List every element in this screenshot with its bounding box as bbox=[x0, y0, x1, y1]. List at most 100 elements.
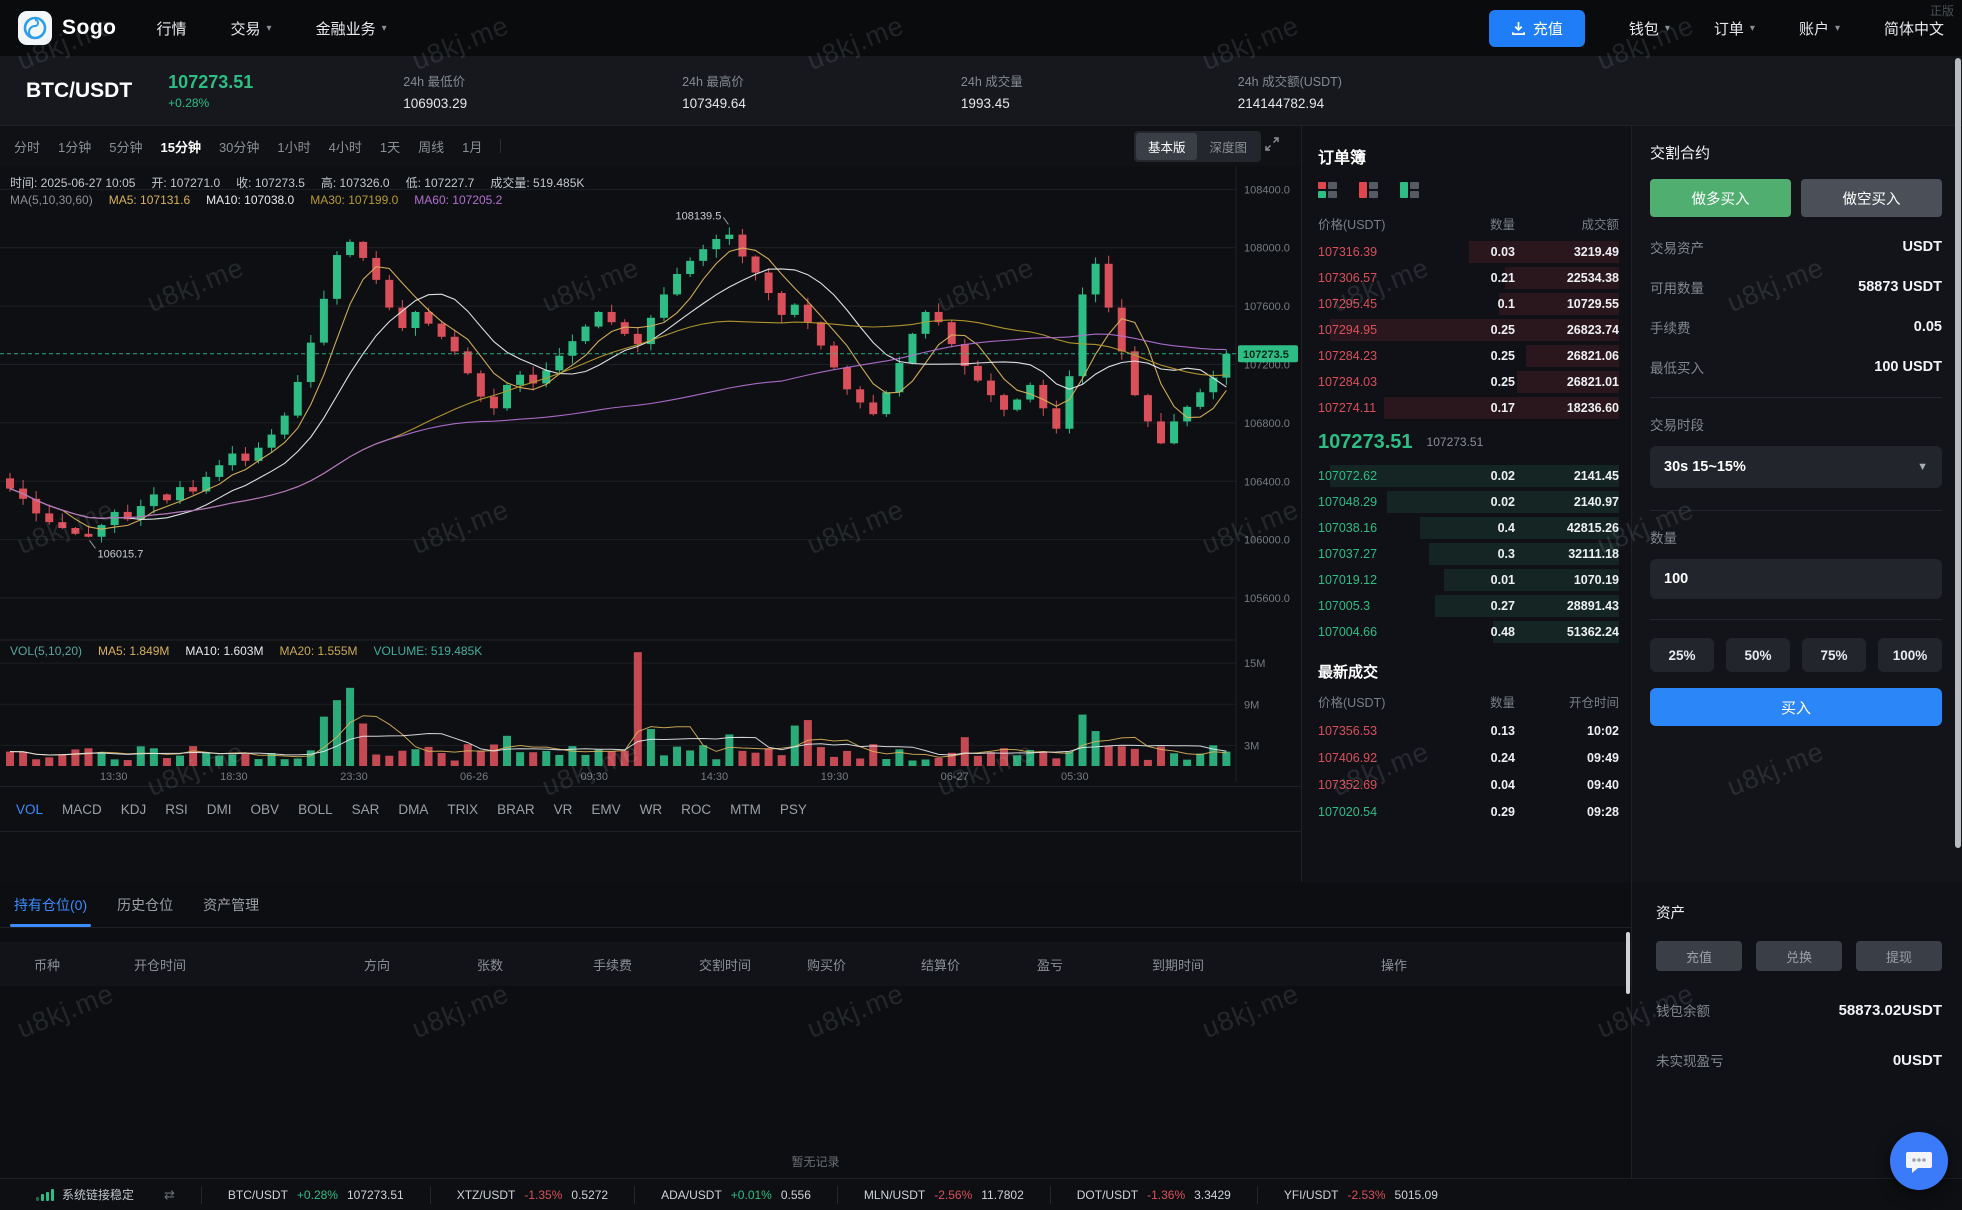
ticker-pair: MLN/USDT bbox=[864, 1188, 925, 1202]
timeframe-tab-15分钟[interactable]: 15分钟 bbox=[160, 137, 200, 156]
indicator-tab-OBV[interactable]: OBV bbox=[251, 802, 280, 817]
statusbar-ticker-DOT/USDT[interactable]: DOT/USDT-1.36%3.3429 bbox=[1050, 1186, 1257, 1204]
indicator-tab-DMA[interactable]: DMA bbox=[398, 802, 428, 817]
statusbar-ticker-MLN/USDT[interactable]: MLN/USDT-2.56%11.7802 bbox=[837, 1186, 1050, 1204]
timeframe-tab-1月[interactable]: 1月 bbox=[462, 137, 482, 156]
menu-item-钱包[interactable]: 钱包▾ bbox=[1629, 18, 1670, 39]
book-both-icon[interactable] bbox=[1318, 182, 1337, 198]
percent-button-100%[interactable]: 100% bbox=[1878, 638, 1942, 672]
svg-text:14:30: 14:30 bbox=[701, 771, 729, 783]
deposit-button[interactable]: 充值 bbox=[1489, 10, 1585, 47]
statusbar-ticker-YFI/USDT[interactable]: YFI/USDT-2.53%5015.09 bbox=[1257, 1186, 1464, 1204]
orderbook-row[interactable]: 107037.270.332111.18 bbox=[1318, 541, 1619, 567]
amount-input[interactable] bbox=[1650, 559, 1942, 599]
ticker-price: 3.3429 bbox=[1194, 1188, 1231, 1202]
timeframe-tab-周线[interactable]: 周线 bbox=[418, 137, 444, 156]
indicator-tab-MACD[interactable]: MACD bbox=[62, 802, 102, 817]
positions-tab-资产管理[interactable]: 资产管理 bbox=[203, 895, 259, 927]
timeframe-tab-1分钟[interactable]: 1分钟 bbox=[58, 137, 91, 156]
buy-short-button[interactable]: 做空买入 bbox=[1801, 179, 1942, 217]
buy-long-button[interactable]: 做多买入 bbox=[1650, 179, 1791, 217]
page-scrollbar[interactable] bbox=[1955, 58, 1961, 848]
percent-button-75%[interactable]: 75% bbox=[1802, 638, 1866, 672]
indicator-tab-TRIX[interactable]: TRIX bbox=[447, 802, 478, 817]
svg-text:18:30: 18:30 bbox=[220, 771, 248, 783]
svg-text:19:30: 19:30 bbox=[821, 771, 849, 783]
orderbook-row[interactable]: 107038.160.442815.26 bbox=[1318, 515, 1619, 541]
orderbook-row[interactable]: 107005.30.2728891.43 bbox=[1318, 593, 1619, 619]
trade-price: 107406.92 bbox=[1318, 751, 1443, 765]
orderbook-row[interactable]: 107295.450.110729.55 bbox=[1318, 291, 1619, 317]
statusbar-ticker-XTZ/USDT[interactable]: XTZ/USDT-1.35%0.5272 bbox=[430, 1186, 634, 1204]
orderbook-row[interactable]: 107306.570.2122534.38 bbox=[1318, 265, 1619, 291]
indicator-tab-BOLL[interactable]: BOLL bbox=[298, 802, 333, 817]
orderbook-row[interactable]: 107284.230.2526821.06 bbox=[1318, 343, 1619, 369]
candlestick-chart[interactable]: 108400.0108000.0107600.0107200.0106800.0… bbox=[0, 166, 1301, 786]
menu-item-交易[interactable]: 交易▾ bbox=[231, 18, 272, 39]
orderbook-row[interactable]: 107294.950.2526823.74 bbox=[1318, 317, 1619, 343]
indicator-tab-PSY[interactable]: PSY bbox=[780, 802, 807, 817]
indicator-tab-WR[interactable]: WR bbox=[640, 802, 663, 817]
refresh-icon[interactable]: ⇄ bbox=[164, 1187, 201, 1203]
orderbook-row[interactable]: 107019.120.011070.19 bbox=[1318, 567, 1619, 593]
indicator-tab-VOL[interactable]: VOL bbox=[16, 802, 43, 817]
buy-submit-button[interactable]: 买入 bbox=[1650, 688, 1942, 726]
corner-watermark: 正版 bbox=[1930, 2, 1954, 19]
positions-tab-持有仓位(0)[interactable]: 持有仓位(0) bbox=[14, 895, 87, 927]
asset-button-充值[interactable]: 充值 bbox=[1656, 941, 1742, 971]
indicator-tab-KDJ[interactable]: KDJ bbox=[121, 802, 147, 817]
ticker-pair: ADA/USDT bbox=[661, 1188, 722, 1202]
orderbook-layout-icons bbox=[1318, 182, 1619, 198]
timeframe-tab-30分钟[interactable]: 30分钟 bbox=[219, 137, 259, 156]
indicator-tab-VR[interactable]: VR bbox=[554, 802, 573, 817]
timeframe-tab-分时[interactable]: 分时 bbox=[14, 137, 40, 156]
timeframe-tab-1小时[interactable]: 1小时 bbox=[277, 137, 310, 156]
indicator-tab-RSI[interactable]: RSI bbox=[165, 802, 188, 817]
orderbook-row[interactable]: 107316.390.033219.49 bbox=[1318, 239, 1619, 265]
timeframe-tab-5分钟[interactable]: 5分钟 bbox=[109, 137, 142, 156]
sogo-logo-icon[interactable] bbox=[18, 11, 52, 45]
orderbook-row[interactable]: 107072.620.022141.45 bbox=[1318, 463, 1619, 489]
view-tab-深度图[interactable]: 深度图 bbox=[1197, 133, 1259, 160]
percent-button-50%[interactable]: 50% bbox=[1726, 638, 1790, 672]
orderbook-row[interactable]: 107004.660.4851362.24 bbox=[1318, 619, 1619, 645]
view-tab-基本版[interactable]: 基本版 bbox=[1136, 133, 1198, 160]
period-select[interactable]: 30s 15~15% ▼ bbox=[1650, 446, 1942, 488]
chat-widget-button[interactable] bbox=[1890, 1132, 1948, 1190]
statusbar-ticker-ADA/USDT[interactable]: ADA/USDT+0.01%0.556 bbox=[634, 1186, 837, 1204]
book-asks-icon[interactable] bbox=[1359, 182, 1378, 198]
expand-icon[interactable] bbox=[1265, 137, 1279, 156]
menu-item-行情[interactable]: 行情 bbox=[157, 18, 187, 39]
indicator-tab-EMV[interactable]: EMV bbox=[591, 802, 620, 817]
menu-item-label: 订单 bbox=[1714, 18, 1744, 39]
indicator-tab-SAR[interactable]: SAR bbox=[352, 802, 380, 817]
orderbook-row[interactable]: 107274.110.1718236.60 bbox=[1318, 395, 1619, 421]
current-price-row[interactable]: 107273.51 107273.51 bbox=[1318, 423, 1619, 461]
book-bids-icon[interactable] bbox=[1400, 182, 1419, 198]
panel-scrollbar[interactable] bbox=[1626, 932, 1630, 994]
asset-button-兑换[interactable]: 兑换 bbox=[1756, 941, 1842, 971]
trade-row: 107352.690.0409:40 bbox=[1318, 771, 1619, 798]
indicator-tab-ROC[interactable]: ROC bbox=[681, 802, 711, 817]
timeframe-tab-1天[interactable]: 1天 bbox=[380, 137, 400, 156]
menu-item-金融业务[interactable]: 金融业务▾ bbox=[316, 18, 387, 39]
menu-item-订单[interactable]: 订单▾ bbox=[1714, 18, 1755, 39]
order-price: 107306.57 bbox=[1318, 271, 1443, 285]
connection-status: 系统链接稳定 bbox=[0, 1186, 164, 1203]
menu-item-账户[interactable]: 账户▾ bbox=[1799, 18, 1840, 39]
trade-row: 107406.920.2409:49 bbox=[1318, 744, 1619, 771]
orderbook-row[interactable]: 107048.290.022140.97 bbox=[1318, 489, 1619, 515]
asset-button-提现[interactable]: 提现 bbox=[1856, 941, 1942, 971]
percent-button-25%[interactable]: 25% bbox=[1650, 638, 1714, 672]
ticker-pair: DOT/USDT bbox=[1077, 1188, 1138, 1202]
statusbar-ticker-BTC/USDT[interactable]: BTC/USDT+0.28%107273.51 bbox=[201, 1186, 430, 1204]
indicator-tab-DMI[interactable]: DMI bbox=[207, 802, 232, 817]
orderbook-row[interactable]: 107284.030.2526821.01 bbox=[1318, 369, 1619, 395]
positions-col-header: 手续费 bbox=[593, 955, 699, 974]
menu-item-简体中文[interactable]: 简体中文 bbox=[1884, 18, 1944, 39]
positions-tab-历史仓位[interactable]: 历史仓位 bbox=[117, 895, 173, 927]
timeframe-tab-4小时[interactable]: 4小时 bbox=[329, 137, 362, 156]
period-label: 交易时段 bbox=[1650, 414, 1942, 434]
indicator-tab-BRAR[interactable]: BRAR bbox=[497, 802, 535, 817]
indicator-tab-MTM[interactable]: MTM bbox=[730, 802, 761, 817]
